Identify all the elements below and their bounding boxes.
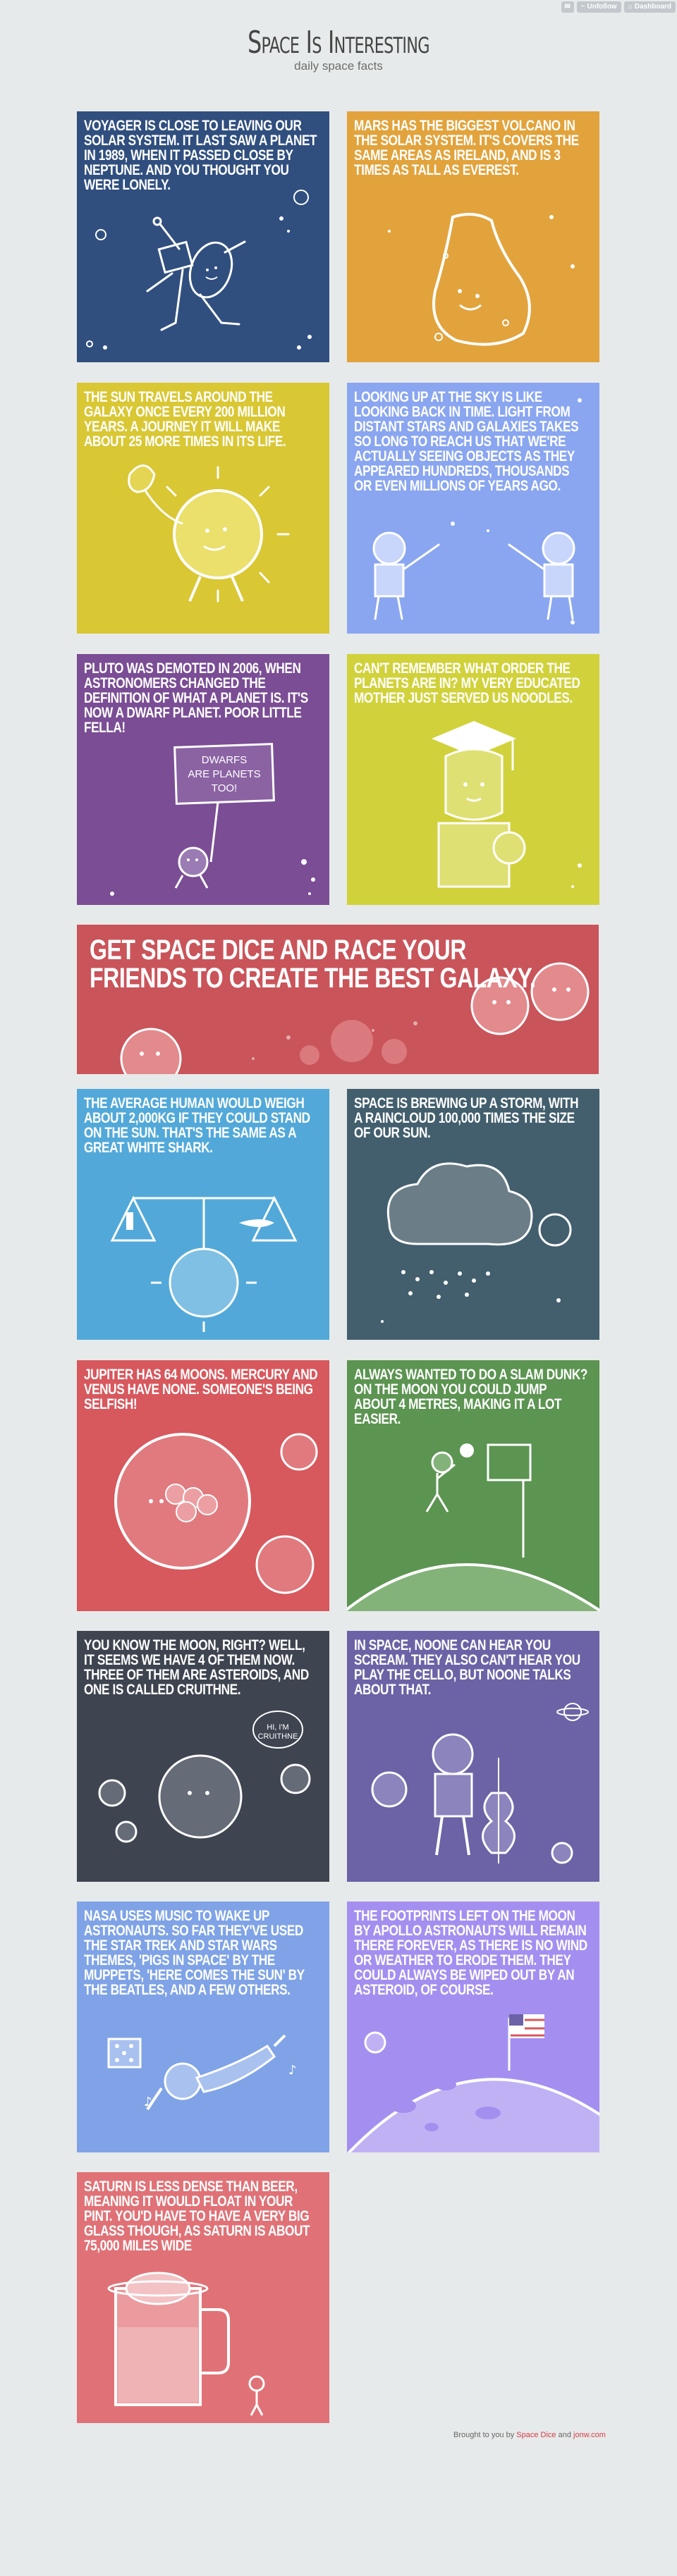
post-text: The sun travels around the galaxy once e… — [84, 389, 286, 450]
site-header: Space Is Interesting daily space facts — [0, 26, 677, 73]
home-icon: ⌂ — [628, 3, 633, 11]
minus-icon: − — [580, 3, 585, 11]
site-subtitle: daily space facts — [294, 59, 383, 73]
speech-bubble-text: HI, I'M — [267, 1723, 288, 1732]
site-title[interactable]: Space Is Interesting — [94, 26, 582, 59]
post-text: Saturn is less dense than beer, meaning … — [84, 2178, 310, 2254]
post-text: The average human would weigh about 2,00… — [84, 1095, 310, 1156]
sign-line-1: DWARFS — [202, 754, 247, 766]
post-tile-four-moons[interactable]: HI, I'M CRUITHNE You know the moon, righ… — [77, 1631, 329, 1882]
post-text: The footprints left on the moon by Apoll… — [354, 1908, 587, 1998]
post-text: Mars has the biggest volcano in the sola… — [354, 118, 579, 178]
post-text: Looking up at the sky is like looking ba… — [354, 389, 579, 494]
sign-line-2: ARE PLANETS — [188, 768, 260, 780]
space-dice-promo[interactable]: Get Space Dice and race your friends to … — [77, 925, 599, 1074]
post-text: Space is brewing up a storm, with a rain… — [354, 1095, 579, 1141]
sign-line-3: TOO! — [212, 782, 237, 794]
svg-text:CRUITHNE: CRUITHNE — [258, 1732, 298, 1741]
post-tile-jupiter-moons[interactable]: Jupiter has 64 moons. Mercury and Venus … — [77, 1360, 329, 1611]
space-dice-link[interactable]: Space Dice — [516, 2431, 556, 2439]
post-text: You know the moon, right? Well, it seems… — [84, 1637, 309, 1698]
footer-credits: Brought to you by Space Dice and jonw.co… — [453, 2431, 606, 2439]
post-tile-slam-dunk[interactable]: Always wanted to do a slam dunk? On the … — [347, 1360, 599, 1611]
post-tile-pluto[interactable]: DWARFS ARE PLANETS TOO! Pluto was demote… — [77, 654, 329, 905]
dashboard-button[interactable]: ⌂ Dashboard — [623, 1, 676, 13]
music-note-icon: ♪ — [288, 2063, 297, 2078]
post-text: NASA uses music to wake up astronauts. S… — [84, 1908, 305, 1998]
post-tile-footprints[interactable]: The footprints left on the moon by Apoll… — [347, 1902, 599, 2152]
unfollow-button[interactable]: − Unfollow — [576, 1, 621, 13]
post-text: In space, noone can hear you scream. The… — [354, 1637, 580, 1698]
post-tile-voyager[interactable]: Voyager is close to leaving our solar sy… — [77, 111, 329, 362]
post-tile-space-storm[interactable]: Space is brewing up a storm, with a rain… — [347, 1089, 599, 1340]
post-tile-wake-up-music[interactable]: ♪ ♪ NASA uses music to wake up astronaut… — [77, 1902, 329, 2152]
post-text: Always wanted to do a slam dunk? On the … — [354, 1367, 587, 1427]
post-text: Can't remember what order the planets ar… — [354, 660, 580, 706]
music-note-icon: ♪ — [144, 2095, 152, 2109]
post-tile-cello[interactable]: In space, noone can hear you scream. The… — [347, 1631, 599, 1882]
post-tile-planet-order[interactable]: Can't remember what order the planets ar… — [347, 654, 599, 905]
post-text: Jupiter has 64 moons. Mercury and Venus … — [84, 1367, 318, 1412]
tumblr-controls: ✉ − Unfollow ⌂ Dashboard — [561, 1, 676, 13]
mail-icon[interactable]: ✉ — [561, 1, 574, 13]
promo-text: Get Space Dice and race your friends to … — [90, 935, 536, 994]
post-text: Voyager is close to leaving our solar sy… — [84, 118, 317, 193]
jonw-link[interactable]: jonw.com — [573, 2431, 606, 2439]
post-text: Pluto was demoted in 2006, when astronom… — [84, 660, 308, 736]
post-tile-weigh-on-sun[interactable]: The average human would weigh about 2,00… — [77, 1089, 329, 1340]
post-tile-sun-travels[interactable]: The sun travels around the galaxy once e… — [77, 383, 329, 634]
post-tile-mars-volcano[interactable]: Mars has the biggest volcano in the sola… — [347, 111, 599, 362]
post-tile-looking-back[interactable]: Looking up at the sky is like looking ba… — [347, 383, 599, 634]
post-tile-saturn-beer[interactable]: Saturn is less dense than beer, meaning … — [77, 2172, 329, 2423]
